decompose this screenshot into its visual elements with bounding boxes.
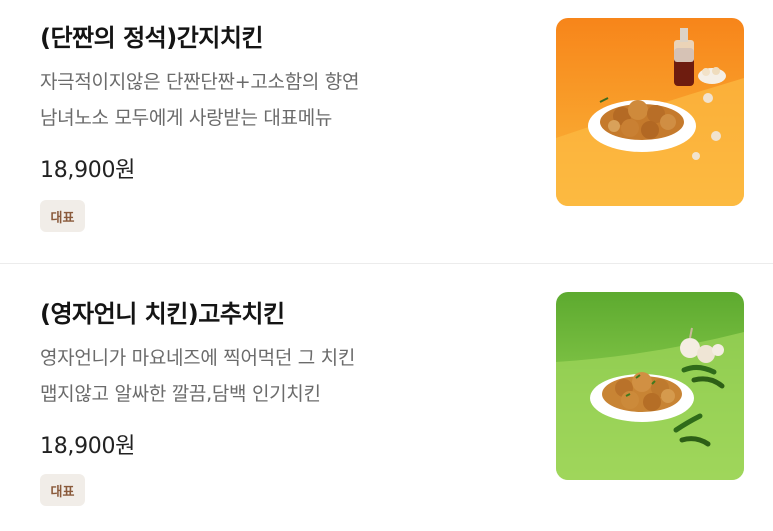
menu-item-image[interactable] <box>556 292 744 480</box>
signature-badge: 대표 <box>40 474 85 506</box>
menu-item[interactable]: (단짠의 정석)간지치킨 자극적이지않은 단짠단짠+고소함의 향연 남녀노소 모… <box>0 0 773 264</box>
chicken-dish-photo-icon <box>556 292 744 480</box>
menu-item-description-line: 자극적이지않은 단짠단짠+고소함의 향연 <box>40 71 360 93</box>
menu-item-title: (단짠의 정석)간지치킨 <box>40 24 264 52</box>
menu-item-title: (영자언니 치킨)고추치킨 <box>40 300 285 328</box>
menu-item-description: 영자언니가 마요네즈에 찍어먹던 그 치킨 맵지않고 알싸한 깔끔,담백 인기치… <box>40 340 500 412</box>
menu-item-price: 18,900원 <box>40 434 136 459</box>
menu-item-description-line: 맵지않고 알싸한 깔끔,담백 인기치킨 <box>40 383 321 405</box>
chicken-dish-photo-icon <box>556 18 744 206</box>
menu-item-image[interactable] <box>556 18 744 206</box>
menu-item-description-line: 남녀노소 모두에게 사랑받는 대표메뉴 <box>40 107 333 129</box>
menu-item-description-line: 영자언니가 마요네즈에 찍어먹던 그 치킨 <box>40 347 356 369</box>
menu-item-price: 18,900원 <box>40 158 136 183</box>
menu-list: (단짠의 정석)간지치킨 자극적이지않은 단짠단짠+고소함의 향연 남녀노소 모… <box>0 0 773 531</box>
menu-item[interactable]: (영자언니 치킨)고추치킨 영자언니가 마요네즈에 찍어먹던 그 치킨 맵지않고… <box>0 264 773 531</box>
menu-item-description: 자극적이지않은 단짠단짠+고소함의 향연 남녀노소 모두에게 사랑받는 대표메뉴 <box>40 64 500 136</box>
signature-badge: 대표 <box>40 200 85 232</box>
